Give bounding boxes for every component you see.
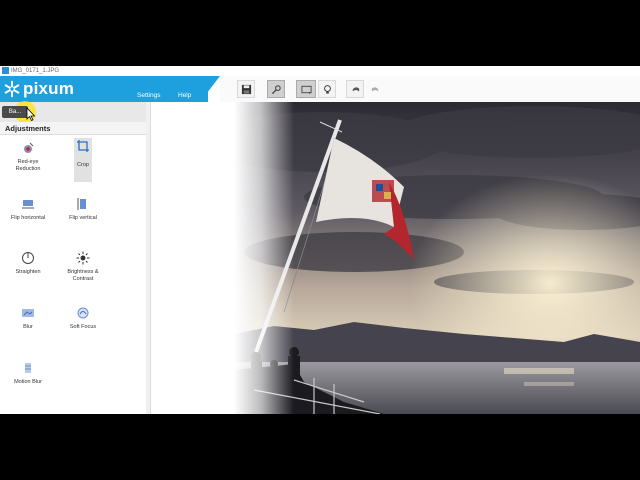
brand-bar: pixum Settings Help [0,76,220,102]
lightbulb-icon [323,84,331,94]
tool-soft-focus[interactable]: Soft Focus [65,305,101,331]
tool-brightness-contrast[interactable]: Brightness & Contrast [65,250,101,283]
frame-button[interactable] [296,80,316,98]
toolbar [220,76,640,102]
brand-name: pixum [23,79,75,98]
eye-icon [24,142,34,153]
mouse-cursor-icon [26,107,36,121]
frame-icon [300,85,312,94]
sunset-flag-photo [234,102,640,414]
adjustments-heading: Adjustments [0,122,146,135]
edit-tools-button[interactable] [267,80,285,98]
straighten-icon [22,252,34,264]
app-icon [2,67,9,74]
edit-tools-icon [271,84,281,94]
flip-vertical-icon [77,198,86,210]
app-window: IMG_0171_1.JPG pixum Settings Help Ba...… [0,66,640,414]
snowflake-logo-icon [4,80,20,98]
save-icon [241,84,251,94]
tool-straighten[interactable]: Straighten [10,250,46,276]
panel-splitter[interactable] [146,102,151,414]
lightbulb-button[interactable] [318,80,336,98]
adjustments-panel: Ba... Adjustments Red-eye Reduction Crop… [0,101,147,414]
help-menu[interactable]: Help [178,92,191,99]
tool-flip-horizontal[interactable]: Flip horizontal [10,196,46,222]
pixum-logo: pixum [3,79,74,99]
back-button[interactable]: Ba... [2,106,28,118]
redo-button[interactable] [366,80,384,98]
photo-edge-fade [234,102,294,414]
photo-canvas[interactable] [234,102,640,414]
undo-button[interactable] [346,80,364,98]
save-button[interactable] [237,80,255,98]
brightness-icon [76,251,90,265]
undo-icon [352,86,359,91]
blur-icon [22,309,34,317]
window-title: IMG_0171_1.JPG [11,68,60,74]
tool-crop[interactable]: Crop [74,138,92,182]
panel-header: Ba... [0,101,146,123]
motion-blur-icon [25,363,31,373]
tool-red-eye-reduction[interactable]: Red-eye Reduction [10,140,46,173]
flip-horizontal-icon [22,200,34,209]
settings-menu[interactable]: Settings [137,92,161,99]
tool-flip-vertical[interactable]: Flip vertical [65,196,101,222]
redo-icon [371,86,378,91]
crop-icon [77,140,89,152]
tool-motion-blur[interactable]: Motion Blur [10,360,46,386]
title-bar: IMG_0171_1.JPG [0,66,640,76]
tool-blur[interactable]: Blur [10,305,46,331]
soft-focus-icon [77,307,89,319]
